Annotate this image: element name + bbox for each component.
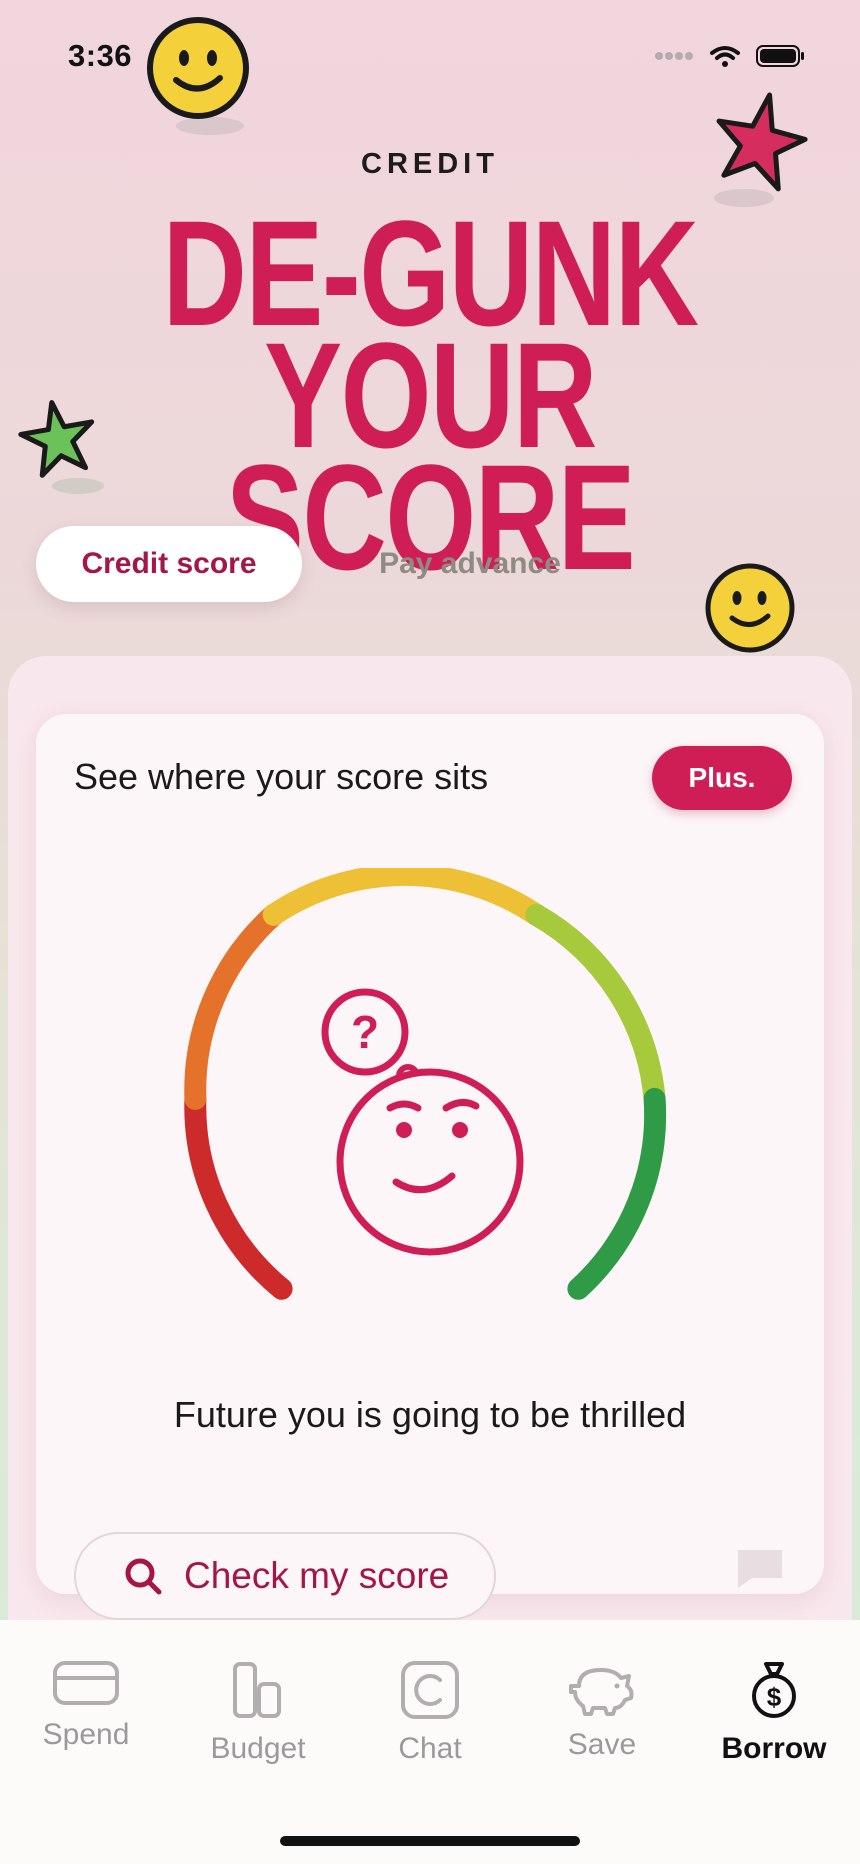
score-card-message: Future you is going to be thrilled [173, 1394, 687, 1435]
bar-chart-icon [233, 1662, 281, 1718]
money-bag-icon: $ [752, 1662, 796, 1718]
wifi-icon [710, 46, 740, 67]
signal-icon [655, 52, 693, 60]
check-my-score-button[interactable]: Check my score [74, 1532, 496, 1620]
check-my-score-label: Check my score [184, 1555, 450, 1596]
nav-item-save[interactable]: Save [516, 1660, 688, 1762]
nav-label-borrow: Borrow [721, 1732, 827, 1765]
plus-badge[interactable]: Plus. [652, 746, 792, 810]
card-icon [53, 1661, 119, 1705]
piggy-bank-icon [569, 1668, 634, 1716]
score-gauge: ? [184, 868, 667, 1300]
nav-label-chat: Chat [398, 1732, 462, 1765]
tab-credit-score[interactable]: Credit score [36, 526, 302, 602]
nav-item-budget[interactable]: Budget [172, 1660, 344, 1766]
nav-label-save: Save [567, 1728, 637, 1761]
gauge-segment-orange [184, 903, 285, 1110]
gauge-segment-lime [525, 903, 666, 1110]
status-icons [654, 44, 806, 68]
gauge-segment-green [567, 1087, 667, 1300]
section-eyebrow: CREDIT [361, 148, 499, 180]
search-icon [125, 1558, 162, 1595]
gauge-segment-yellow [262, 868, 548, 926]
nav-label-budget: Budget [210, 1732, 306, 1765]
chat-bubble-icon[interactable] [736, 1548, 784, 1590]
svg-text:$: $ [767, 1682, 782, 1712]
battery-icon [756, 45, 804, 67]
pondering-face-icon [336, 1068, 524, 1256]
page-headline: DE-GUNK YOUR SCORE [0, 198, 860, 592]
tab-pay-advance[interactable]: Pay advance [340, 526, 600, 602]
nav-label-spend: Spend [42, 1718, 130, 1751]
status-time: 3:36 [68, 38, 133, 73]
score-card-title: See where your score sits [74, 756, 489, 797]
nav-item-spend[interactable]: Spend [0, 1660, 172, 1752]
gauge-segment-red [184, 1087, 293, 1300]
smiley-sticker-icon [147, 17, 249, 135]
chat-c-icon [401, 1661, 459, 1719]
nav-item-chat[interactable]: Chat [344, 1660, 516, 1766]
svg-text:?: ? [351, 1006, 379, 1058]
nav-item-borrow[interactable]: $ Borrow [688, 1660, 860, 1766]
home-indicator [280, 1836, 580, 1846]
